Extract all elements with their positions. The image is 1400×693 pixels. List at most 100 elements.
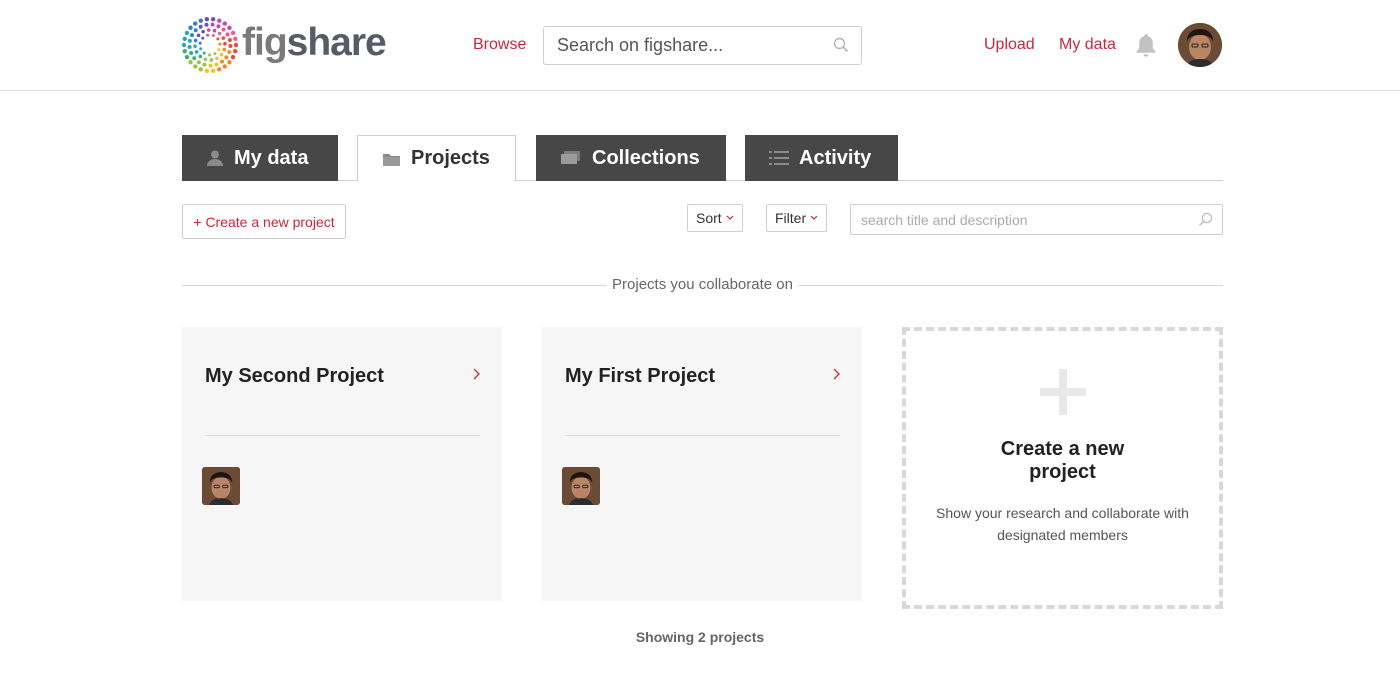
logo-dot xyxy=(204,17,210,22)
user-icon xyxy=(206,149,224,167)
logo-dot xyxy=(193,21,198,26)
folder-icon xyxy=(382,151,401,167)
section-divider: Projects you collaborate on xyxy=(182,275,1223,295)
tab-label: My data xyxy=(234,146,309,169)
tab-label: Collections xyxy=(592,146,700,169)
logo-dot xyxy=(224,55,229,60)
logo-dot xyxy=(227,50,232,55)
main-tabs: My data Projects Collections Activity xyxy=(182,135,1223,182)
logo-dot xyxy=(204,68,210,73)
tab-collections[interactable]: Collections xyxy=(536,135,726,181)
logo-dot xyxy=(182,42,187,48)
bell-icon[interactable] xyxy=(1134,32,1158,63)
logo-dot xyxy=(210,22,215,27)
collections-icon xyxy=(560,150,582,166)
logo-dot xyxy=(228,44,233,49)
logo-dot xyxy=(182,36,187,41)
logo-dot xyxy=(192,56,197,61)
logo-dot xyxy=(182,49,187,54)
logo-dot xyxy=(233,42,238,48)
tab-my-data[interactable]: My data xyxy=(182,135,338,181)
nav-browse-link[interactable]: Browse xyxy=(473,36,526,54)
tab-activity[interactable]: Activity xyxy=(745,135,898,181)
logo-dot xyxy=(215,56,219,61)
tab-projects[interactable]: Projects xyxy=(357,135,516,182)
card-divider xyxy=(205,435,480,436)
logo-dot xyxy=(219,52,224,57)
chevron-right-icon[interactable] xyxy=(832,367,840,385)
logo-dot xyxy=(216,37,220,41)
logo-dot xyxy=(210,17,216,22)
logo-dot xyxy=(209,58,214,62)
logo-dot xyxy=(217,31,222,36)
logo-dot xyxy=(193,44,197,49)
logo-dot xyxy=(227,60,232,65)
chevron-right-icon[interactable] xyxy=(472,367,480,385)
top-header: figshare Browse Upload My data xyxy=(0,0,1400,91)
logo-dot xyxy=(189,50,194,55)
figshare-logo[interactable]: figshare xyxy=(182,16,387,74)
logo-dot xyxy=(227,25,232,30)
global-search-input[interactable] xyxy=(544,27,814,64)
project-title[interactable]: My Second Project xyxy=(205,365,384,388)
project-card[interactable]: My Second Project xyxy=(182,327,502,601)
card-divider xyxy=(565,435,840,436)
logo-dot xyxy=(199,47,203,51)
logo-dot xyxy=(201,29,205,34)
logo-dot xyxy=(227,37,232,42)
global-search[interactable] xyxy=(543,26,862,65)
user-avatar[interactable] xyxy=(1178,23,1222,67)
logo-dot xyxy=(198,41,202,45)
logo-dot xyxy=(184,30,190,36)
create-project-title: Create a new project xyxy=(1000,438,1125,483)
logo-dot xyxy=(208,53,211,57)
search-icon[interactable] xyxy=(833,37,849,58)
project-search-input[interactable] xyxy=(851,205,1181,234)
tab-label: Activity xyxy=(799,146,872,169)
nav-mydata-link[interactable]: My data xyxy=(1059,36,1116,54)
logo-dot xyxy=(196,33,201,38)
filter-dropdown[interactable]: Filter xyxy=(766,204,828,232)
logo-dot xyxy=(198,54,203,59)
logo-dot xyxy=(208,63,213,68)
project-card[interactable]: My First Project xyxy=(542,327,862,601)
logo-dot xyxy=(206,28,211,32)
search-icon[interactable] xyxy=(1198,212,1213,232)
sort-dropdown[interactable]: Sort xyxy=(687,204,743,232)
logo-dot xyxy=(187,45,192,50)
logo-dot xyxy=(196,60,201,65)
logo-dot xyxy=(188,25,193,30)
logo-dot xyxy=(217,67,222,72)
logo-dot xyxy=(223,41,227,46)
section-label: Projects you collaborate on xyxy=(606,276,799,293)
logo-dot xyxy=(188,60,193,65)
logo-dot xyxy=(230,54,236,60)
logo-dot xyxy=(222,47,227,52)
logo-wordmark: figshare xyxy=(242,21,387,64)
create-project-description: Show your research and collaborate with … xyxy=(936,505,1189,543)
logo-dot xyxy=(222,21,227,26)
create-project-card[interactable]: Create a new project Show your research … xyxy=(902,327,1223,609)
chevron-down-icon xyxy=(726,213,734,223)
logo-dot xyxy=(218,42,222,46)
logo-dot xyxy=(214,62,219,67)
logo-dot xyxy=(210,68,216,73)
logo-dot xyxy=(187,38,192,43)
logo-dot xyxy=(194,50,199,54)
logo-dot xyxy=(193,64,198,69)
logo-dot xyxy=(222,64,227,69)
nav-upload-link[interactable]: Upload xyxy=(984,36,1035,54)
tab-label: Projects xyxy=(411,147,490,169)
logo-dot xyxy=(206,33,210,37)
project-title[interactable]: My First Project xyxy=(565,365,715,388)
collaborator-avatar[interactable] xyxy=(202,467,240,505)
logo-dot xyxy=(203,57,208,62)
create-project-button[interactable]: + Create a new project xyxy=(182,204,346,239)
logo-dot xyxy=(217,48,221,52)
logo-dot xyxy=(225,32,230,37)
collaborator-avatar[interactable] xyxy=(562,467,600,505)
logo-dot xyxy=(198,67,203,72)
logo-dot xyxy=(213,52,217,56)
project-search[interactable] xyxy=(850,204,1223,235)
logo-dot xyxy=(184,54,190,60)
